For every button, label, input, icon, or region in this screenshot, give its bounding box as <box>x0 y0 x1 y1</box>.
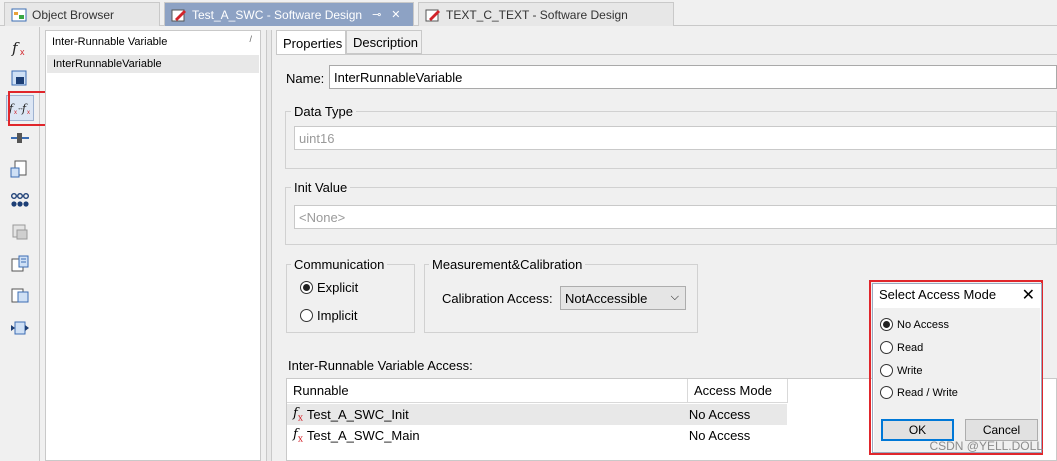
list-item-label: InterRunnableVariable <box>53 58 162 70</box>
dots-grid-icon <box>11 193 29 207</box>
database-icon <box>12 224 28 240</box>
data-type-value: uint16 <box>299 130 335 146</box>
access-table-title: Inter-Runnable Variable Access: <box>288 358 473 373</box>
list-header[interactable]: Inter-Runnable Variable / <box>46 31 260 53</box>
init-value-label: Init Value <box>291 180 351 195</box>
tab-text-c-text[interactable]: TEXT_C_TEXT - Software Design <box>418 2 674 26</box>
ok-label: OK <box>908 423 927 437</box>
access-mode-cell: No Access <box>688 428 751 443</box>
table-row[interactable]: fx Test_A_SWC_Main No Access <box>287 425 787 446</box>
init-value-value: <None> <box>299 209 346 225</box>
radio-label: No Access <box>897 318 949 331</box>
list-item[interactable]: InterRunnableVariable <box>47 55 259 73</box>
radio-no-access[interactable]: No Access <box>880 318 949 331</box>
component-button[interactable] <box>6 157 34 183</box>
radio-read[interactable]: Read <box>880 341 923 354</box>
column-header-access-mode[interactable]: Access Mode <box>688 379 788 403</box>
function-icon: f x <box>11 39 25 57</box>
name-label: Name: <box>286 71 325 86</box>
column-label: Access Mode <box>694 383 773 398</box>
svg-text:f: f <box>11 39 20 57</box>
tab-object-browser[interactable]: Object Browser <box>4 2 160 26</box>
close-tab-icon[interactable]: ✕ <box>391 8 400 21</box>
radio-selected-icon <box>880 318 893 331</box>
data-type-label: Data Type <box>291 104 357 119</box>
radio-explicit[interactable]: Explicit <box>300 280 358 295</box>
connector-button[interactable] <box>6 315 34 341</box>
inter-runnable-variable-list: Inter-Runnable Variable / InterRunnableV… <box>45 30 261 461</box>
dialog-title: Select Access Mode <box>879 287 997 302</box>
column-label: Runnable <box>293 383 349 398</box>
tab-label: Properties <box>283 35 343 51</box>
port-icon <box>11 70 27 86</box>
data-element-button[interactable] <box>6 125 34 151</box>
radio-label: Read / Write <box>897 386 958 399</box>
tab-label: Object Browser <box>32 7 115 22</box>
runnable-button[interactable]: f x <box>6 35 34 61</box>
panel-splitter[interactable] <box>266 30 272 461</box>
mapping-button[interactable] <box>6 251 34 277</box>
chevron-down-icon: ⌵ <box>670 291 679 303</box>
grid-document-icon <box>11 255 29 272</box>
select-access-mode-dialog: Select Access Mode ✕ No Access Read Writ… <box>872 283 1042 453</box>
name-value: InterRunnableVariable <box>334 69 463 85</box>
init-value-input[interactable]: <None> <box>294 205 1057 229</box>
svg-text:x: x <box>20 47 25 57</box>
radio-unselected-icon <box>880 364 893 377</box>
object-browser-icon <box>11 8 27 21</box>
port-button[interactable] <box>6 65 34 91</box>
radio-unselected-icon <box>880 386 893 399</box>
software-design-icon <box>425 9 440 21</box>
sort-icon: / <box>249 34 252 44</box>
slider-icon <box>11 133 29 143</box>
tab-label: Description <box>353 34 419 50</box>
document-tab-strip: Object Browser Test_A_SWC - Software Des… <box>0 0 1057 26</box>
tab-description[interactable]: Description <box>346 30 422 54</box>
list-header-label: Inter-Runnable Variable <box>52 36 168 48</box>
memory-button[interactable] <box>6 219 34 245</box>
software-design-icon <box>171 9 186 21</box>
cancel-button[interactable]: Cancel <box>965 419 1038 441</box>
radio-label: Explicit <box>317 280 359 295</box>
name-input[interactable]: InterRunnableVariable <box>329 65 1057 89</box>
radio-read-write[interactable]: Read / Write <box>880 386 958 399</box>
document-search-icon <box>10 160 27 178</box>
calibration-access-select[interactable]: NotAccessible ⌵ <box>560 286 686 310</box>
measurement-calibration-title: Measurement&Calibration <box>429 257 586 272</box>
function-icon: fx <box>293 426 303 445</box>
tab-test-a-swc[interactable]: Test_A_SWC - Software Design ⊸ ✕ <box>164 2 414 26</box>
radio-selected-icon <box>300 281 313 294</box>
dialog-body: No Access Read Write Read / Write OK Can… <box>874 308 1040 452</box>
tab-label: Test_A_SWC - Software Design <box>192 7 363 22</box>
pin-icon[interactable]: ⊸ <box>372 8 381 21</box>
ok-button[interactable]: OK <box>881 419 954 441</box>
table-row[interactable]: fx Test_A_SWC_Init No Access <box>287 404 787 425</box>
connector-icon <box>11 321 29 335</box>
watermark: CSDN @YELL.DOLL <box>929 439 1043 453</box>
function-icon: fx <box>293 405 303 424</box>
radio-label: Implicit <box>317 308 358 323</box>
calibration-access-label: Calibration Access: <box>442 291 553 306</box>
tab-properties[interactable]: Properties <box>276 30 346 55</box>
radio-label: Write <box>897 364 923 377</box>
interface-icon <box>11 288 29 303</box>
radio-label: Read <box>897 341 924 354</box>
interface-button[interactable] <box>6 283 34 309</box>
tab-label: TEXT_C_TEXT - Software Design <box>446 7 628 22</box>
calibration-access-value: NotAccessible <box>565 290 648 306</box>
runnable-cell: Test_A_SWC_Main <box>306 428 420 443</box>
access-mode-cell: No Access <box>688 407 751 422</box>
data-type-input[interactable]: uint16 <box>294 126 1057 150</box>
radio-unselected-icon <box>880 341 893 354</box>
parameter-button[interactable] <box>6 187 34 213</box>
radio-implicit[interactable]: Implicit <box>300 308 357 323</box>
radio-write[interactable]: Write <box>880 364 922 377</box>
radio-unselected-icon <box>300 309 313 322</box>
column-header-runnable[interactable]: Runnable <box>287 379 688 403</box>
runnable-cell: Test_A_SWC_Init <box>306 407 409 422</box>
close-icon[interactable]: ✕ <box>1022 285 1035 305</box>
cancel-label: Cancel <box>982 423 1021 437</box>
communication-title: Communication <box>291 257 388 272</box>
